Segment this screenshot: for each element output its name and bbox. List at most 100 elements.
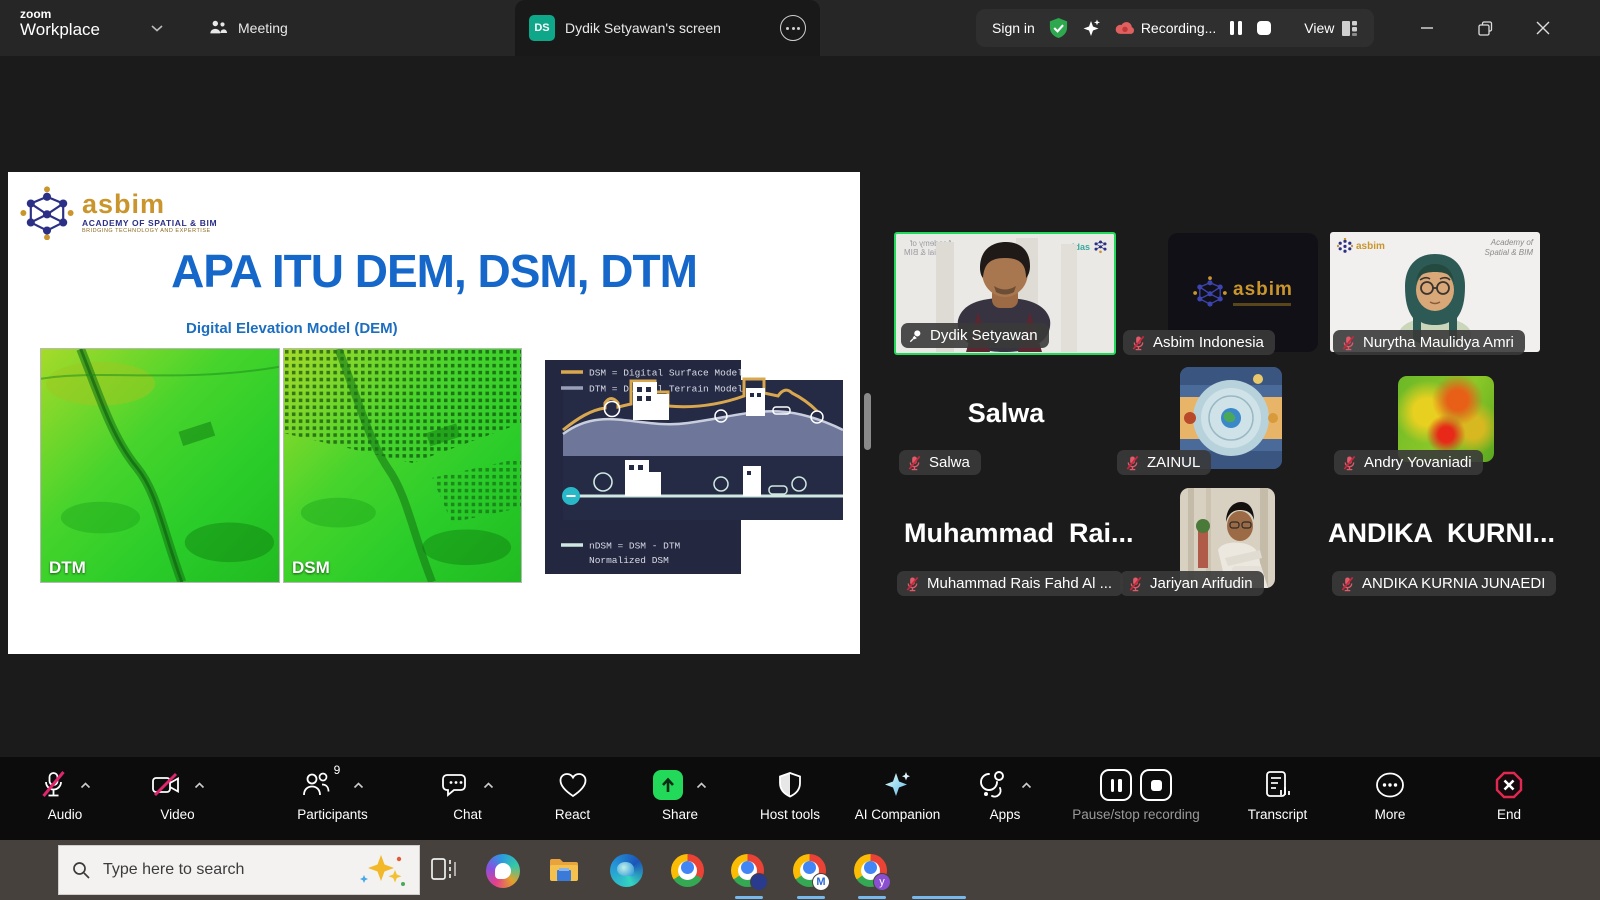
more-button[interactable]: More [1345,767,1435,822]
dtm-terrain-image: DTM [40,348,280,583]
display-name-salwa[interactable]: Salwa [900,398,1112,429]
ai-companion-sparkle-icon [883,770,913,800]
asbim-network-icon [1193,276,1227,310]
tab-shared-screen-label: Dydik Setyawan's screen [565,20,721,36]
nametag-nurytha: Nurytha Maulidya Amri [1333,330,1525,355]
video-tile-dydik[interactable]: Academy of Spatial & BIM midas Dydik Set… [894,232,1116,355]
brand-zoom: zoom [20,8,100,21]
chevron-up-icon[interactable] [353,782,364,789]
participants-button[interactable]: 9 Participants [270,767,395,822]
recording-status-label: Recording... [1141,20,1216,36]
apps-icon [978,770,1008,800]
nametag-dydik: Dydik Setyawan [901,323,1049,348]
display-name-andika[interactable]: ANDIKA KURNI... [1328,518,1548,549]
view-button[interactable]: View [1304,20,1358,37]
pause-stop-recording-buttons[interactable]: Pause/stop recording [1060,767,1212,822]
window-restore-button[interactable] [1470,14,1500,42]
windows-taskbar: Type here to search M y zoom 30°C [0,840,1600,900]
share-button[interactable]: Share [635,767,725,822]
chevron-up-icon[interactable] [80,782,91,789]
shared-screen-slide: asbim ACADEMY OF SPATIAL & BIM BRIDGING … [8,172,860,654]
edge-browser-icon[interactable] [610,854,643,887]
asbim-logo-text: asbim [82,192,217,218]
task-view-button[interactable] [429,854,461,886]
ai-sparkle-icon[interactable] [1082,18,1102,38]
display-name-muhammad[interactable]: Muhammad Rai... [896,518,1116,549]
chevron-down-icon[interactable] [150,24,164,32]
people-icon [208,19,228,37]
security-shield-icon[interactable] [1048,17,1069,39]
video-button[interactable]: Video [130,767,225,822]
ai-companion-button[interactable]: AI Companion [845,767,950,822]
legend-ndsm-sub: Normalized DSM [589,555,669,566]
react-button[interactable]: React [525,767,620,822]
chevron-up-icon[interactable] [696,782,707,789]
asbim-network-icon [1337,238,1353,254]
recording-cloud-icon [1115,21,1135,35]
file-explorer-icon[interactable] [548,854,580,886]
audio-button[interactable]: Audio [20,767,110,822]
window-close-button[interactable] [1528,14,1558,42]
pin-icon [909,329,923,343]
titlebar: zoom Workplace Meeting DS Dydik Setyawan… [0,0,1600,56]
mic-muted-icon [1131,335,1146,351]
nametag-muhammad: Muhammad Rais Fahd Al ... [897,571,1123,596]
nametag-asbim-indonesia: Asbim Indonesia [1123,330,1275,355]
participants-icon [301,771,331,799]
panel-resize-handle[interactable] [864,393,871,450]
host-tools-button[interactable]: Host tools [740,767,840,822]
tab-meeting[interactable]: Meeting [208,0,288,56]
dsm-label: DSM [292,558,330,578]
window-minimize-button[interactable] [1412,14,1442,42]
chat-button[interactable]: Chat [420,767,515,822]
transcript-button[interactable]: Transcript [1225,767,1330,822]
stop-recording-button[interactable] [1256,20,1272,36]
asbim-network-icon [20,186,74,240]
pause-recording-button[interactable] [1229,20,1243,36]
copilot-app-icon[interactable] [486,854,520,888]
taskbar-search[interactable]: Type here to search [58,845,420,895]
tab-options-ellipsis-icon[interactable] [780,15,806,41]
asbim-tile-logo-text: asbim [1233,279,1293,301]
transcript-icon [1264,770,1292,800]
mic-muted-icon [907,455,922,471]
nametag-salwa: Salwa [899,450,981,475]
tab-shared-screen[interactable]: DS Dydik Setyawan's screen [515,0,820,56]
nametag-andika: ANDIKA KURNIA JUNAEDI [1332,571,1556,596]
slide-subtitle: Digital Elevation Model (DEM) [186,320,398,337]
chevron-up-icon[interactable] [483,782,494,789]
titlebar-pill: Sign in Recording... View [976,9,1374,47]
mic-muted-icon [905,576,920,592]
nametag-andry: Andry Yovaniadi [1334,450,1483,475]
camera-muted-icon [151,772,181,798]
stop-recording-icon [1140,769,1172,801]
chevron-up-icon[interactable] [194,782,205,789]
chrome-icon-1[interactable] [671,854,704,887]
meeting-toolbar: Audio Video 9 Participants Chat React [0,757,1600,840]
asbim-logo: asbim ACADEMY OF SPATIAL & BIM BRIDGING … [20,186,217,240]
chrome-icon-4[interactable]: y [854,854,887,887]
chrome-icon-2[interactable] [731,854,764,887]
zoom-workplace-logo: zoom Workplace [20,8,100,38]
screen-share-badge: DS [529,15,555,41]
mic-muted-icon [1125,455,1140,471]
tab-meeting-label: Meeting [238,20,288,36]
shield-icon [777,771,803,799]
chrome-icon-3[interactable]: M [793,854,826,887]
chat-icon [442,771,470,799]
asbim-logo-subtitle: ACADEMY OF SPATIAL & BIM [82,218,217,228]
slide-title: APA ITU DEM, DSM, DTM [8,244,860,298]
asbim-logo-tagline: BRIDGING TECHNOLOGY AND EXPERTISE [82,228,217,234]
nametag-zainul: ZAINUL [1117,450,1211,475]
chevron-up-icon[interactable] [1021,782,1032,789]
apps-button[interactable]: Apps [960,767,1050,822]
more-ellipsis-icon [1375,770,1405,800]
pause-recording-icon [1100,769,1132,801]
nametag-jariyan: Jariyan Arifudin [1120,571,1264,596]
mic-muted-icon [1342,455,1357,471]
participants-count: 9 [334,763,341,777]
svg-text:DSM = Digital Surface Model: DSM = Digital Surface Model [589,368,743,379]
dsm-terrain-image: DSM [283,348,522,583]
end-button[interactable]: End [1465,767,1553,822]
sign-in-button[interactable]: Sign in [992,20,1035,36]
